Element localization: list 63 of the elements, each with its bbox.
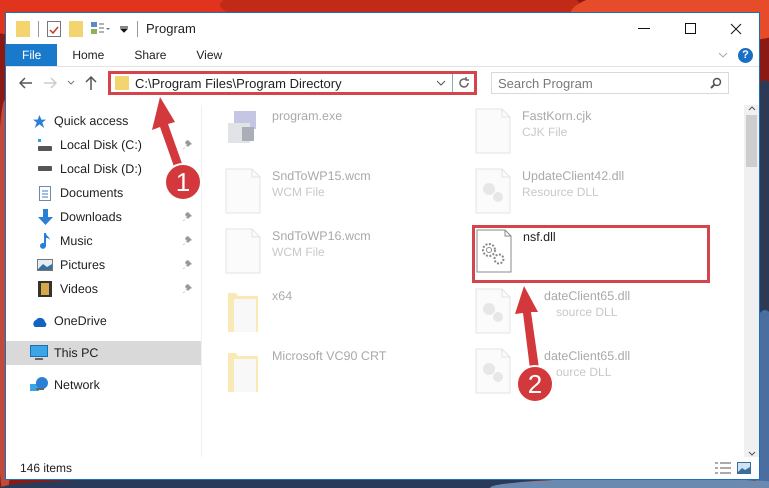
film-icon (38, 281, 52, 297)
sidebar-item[interactable]: This PC (6, 341, 201, 365)
file-name: SndToWP15.wcm (272, 169, 371, 183)
download-arrow-icon (38, 209, 52, 225)
pin-icon[interactable] (183, 284, 193, 294)
file-name: Microsoft VC90 CRT (272, 349, 386, 363)
music-note-icon (39, 233, 51, 249)
window-title: Program (146, 21, 196, 36)
scroll-up-icon[interactable] (748, 105, 756, 111)
close-icon (730, 22, 742, 34)
pictures-icon (37, 259, 53, 271)
sidebar-item[interactable]: Documents (6, 181, 132, 205)
file-name: UpdateClient42.dll (522, 169, 624, 183)
refresh-icon (458, 77, 470, 89)
dropdown-icon[interactable] (119, 24, 129, 34)
scrollbar-thumb[interactable] (746, 115, 757, 167)
file-name: nsf.dll (523, 230, 556, 244)
drive-icon (37, 166, 53, 172)
file-name: FastKorn.cjk (522, 109, 592, 123)
star-icon (32, 114, 46, 128)
sidebar-item[interactable]: Local Disk (D:) (6, 157, 150, 181)
pin-icon[interactable] (183, 236, 193, 246)
sidebar-item[interactable]: Videos (6, 277, 201, 301)
item-count: 146 items (20, 461, 72, 475)
network-icon (30, 377, 48, 393)
ribbon-tab[interactable]: Share (119, 44, 182, 66)
chevron-down-icon[interactable] (436, 80, 446, 86)
folder-icon (115, 76, 129, 90)
minimize-icon (638, 28, 650, 30)
view-options-icon[interactable] (91, 22, 111, 36)
file-item[interactable]: nsf.dll (472, 225, 710, 283)
ribbon-tab[interactable]: View (181, 44, 238, 66)
ribbon-tab[interactable]: Home (57, 44, 120, 66)
sidebar-item[interactable]: Downloads (6, 205, 201, 229)
large-icons-view-icon[interactable] (737, 462, 751, 474)
sidebar-item[interactable]: Network (6, 373, 108, 397)
address-bar[interactable]: C:\Program Files\Program Directory (108, 71, 477, 95)
file-name: program.exe (272, 109, 342, 123)
sidebar-item[interactable]: Local Disk (C:) (6, 133, 201, 157)
help-button[interactable]: ? (738, 48, 753, 62)
sidebar-item[interactable]: OneDrive (6, 309, 115, 333)
sidebar-item[interactable]: Pictures (6, 253, 201, 277)
scroll-down-icon[interactable] (748, 451, 756, 457)
file-name: dateClient65.dll (544, 349, 630, 363)
pin-icon[interactable] (183, 260, 193, 270)
cloud-icon (30, 316, 48, 326)
monitor-icon (30, 345, 48, 361)
document-icon (39, 186, 51, 200)
scrollbar[interactable] (744, 105, 759, 457)
checklist-icon[interactable] (47, 20, 61, 36)
details-view-icon[interactable] (715, 462, 731, 474)
ribbon-tab[interactable]: File (6, 44, 58, 66)
file-name: x64 (272, 289, 292, 303)
search-icon (710, 77, 722, 89)
maximize-icon (684, 23, 696, 34)
pin-icon[interactable] (183, 212, 193, 222)
file-name: SndToWP16.wcm (272, 229, 371, 243)
pin-icon[interactable] (183, 140, 193, 150)
file-name: dateClient65.dll (544, 289, 630, 303)
drive-icon (37, 138, 53, 152)
sidebar-item[interactable]: Music (6, 229, 201, 253)
sidebar-item[interactable]: Quick access (6, 109, 136, 133)
search-field[interactable]: Search Program (491, 72, 729, 94)
